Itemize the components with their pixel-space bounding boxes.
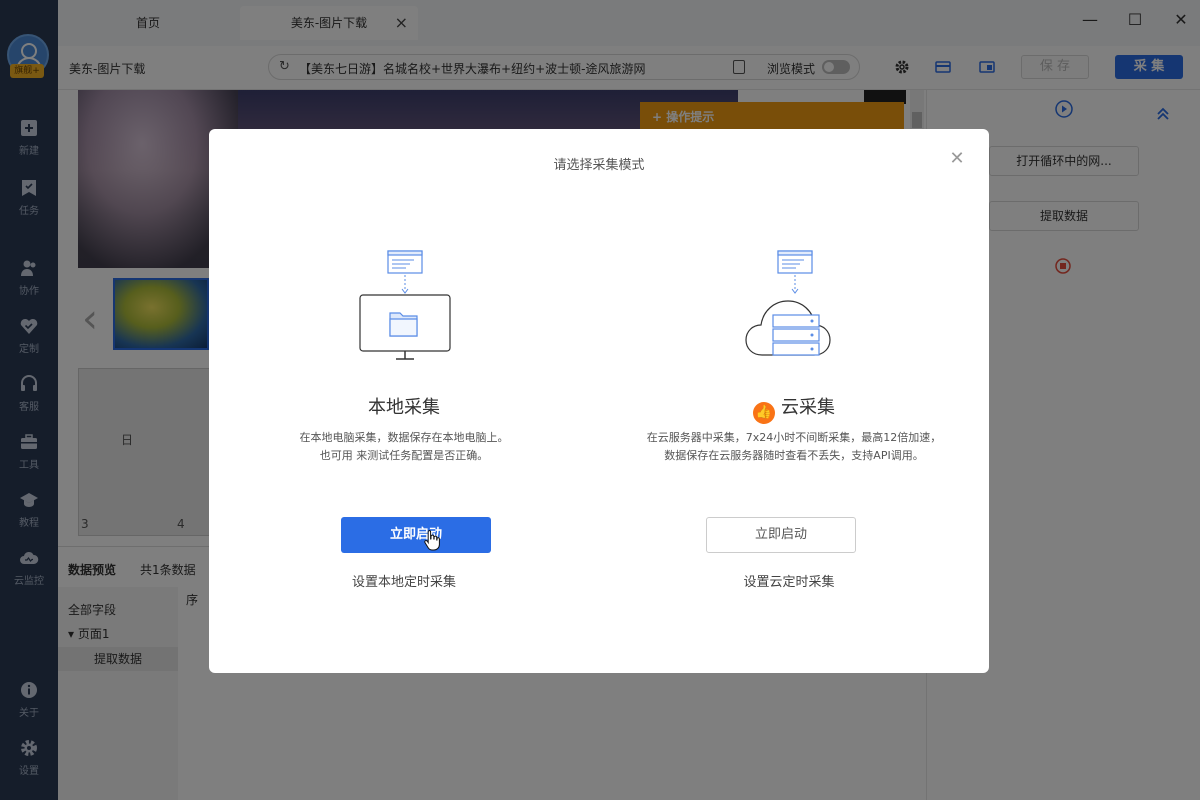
cloud-collect-title: 👍 云采集	[599, 393, 989, 424]
local-collect-description: 在本地电脑采集，数据保存在本地电脑上。 也可用 来测试任务配置是否正确。	[209, 429, 599, 465]
collect-mode-dialog: 请选择采集模式 ✕ 本地采集 在本地电脑采集，数据保存在本地电脑上。 也可用 来…	[209, 129, 989, 673]
computer-folder-icon	[359, 250, 451, 360]
hand-cursor-icon	[424, 530, 440, 551]
local-desc-line1: 在本地电脑采集，数据保存在本地电脑上。	[299, 431, 509, 444]
local-start-button[interactable]: 立即启动	[341, 517, 491, 553]
cloud-start-button[interactable]: 立即启动	[706, 517, 856, 553]
local-schedule-link[interactable]: 设置本地定时采集	[197, 571, 611, 590]
thumbs-up-badge-icon: 👍	[753, 402, 775, 424]
cloud-desc-line1: 在云服务器中采集，7x24小时不间断采集，最高12倍加速，	[646, 431, 942, 444]
cloud-server-icon	[745, 250, 831, 356]
close-icon[interactable]: ✕	[949, 150, 965, 168]
cloud-schedule-link[interactable]: 设置云定时采集	[582, 571, 996, 590]
dialog-title: 请选择采集模式	[553, 158, 645, 173]
cloud-desc-line2: 数据保存在云服务器随时查看不丢失，支持API调用。	[664, 449, 924, 462]
local-desc-line2: 也可用 来测试任务配置是否正确。	[319, 449, 489, 462]
cloud-collect-description: 在云服务器中采集，7x24小时不间断采集，最高12倍加速， 数据保存在云服务器随…	[599, 429, 989, 465]
cloud-collect-title-text: 云采集	[781, 397, 835, 418]
local-collect-title: 本地采集	[368, 397, 440, 418]
